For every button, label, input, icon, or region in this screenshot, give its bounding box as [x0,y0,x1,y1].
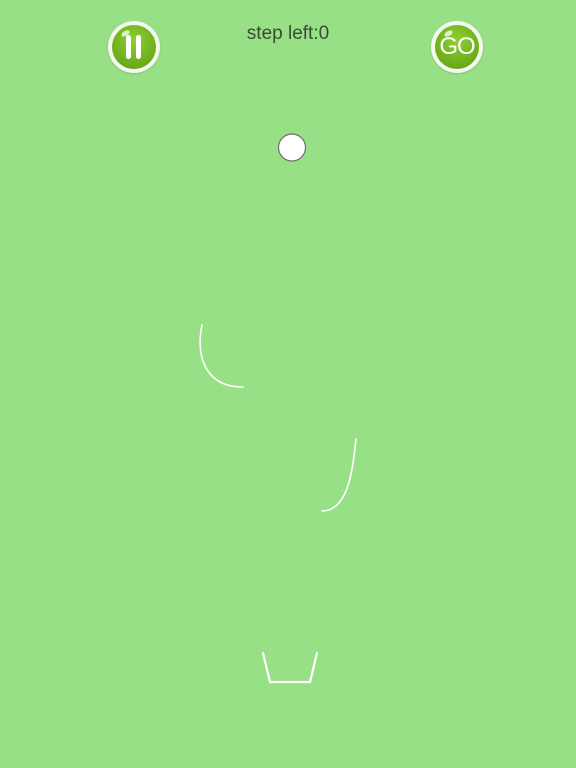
go-button-face: GO [435,25,479,69]
pause-icon [125,35,143,59]
pause-bar-left [126,35,131,59]
pause-button-face [112,25,156,69]
background [0,0,576,768]
game-screen: step left:0 GO [0,0,576,768]
go-label: GO [439,33,475,60]
go-button[interactable]: GO [431,21,483,73]
pause-bar-right [136,35,141,59]
pause-button[interactable] [108,21,160,73]
playfield[interactable] [0,0,576,768]
steps-left-counter: step left:0 [246,23,330,44]
ball [277,133,307,162]
